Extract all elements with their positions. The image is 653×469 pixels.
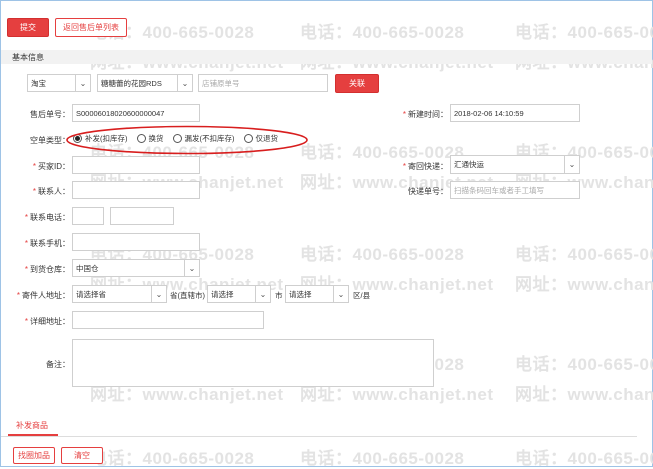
add-goods-button[interactable]: 找圈加品: [13, 447, 55, 464]
watermark-phone: 电话：400-665-0028: [515, 355, 653, 374]
original-order-placeholder: 店铺原单号: [202, 78, 240, 88]
section-title: 基本信息: [12, 53, 44, 62]
district-select[interactable]: 请选择 ⌄: [285, 285, 349, 303]
district-value: 请选择: [289, 289, 312, 299]
chevron-down-icon: ⌄: [333, 286, 348, 302]
city-value: 请选择: [211, 289, 234, 299]
watermark-phone: 电话：400-665-0028: [300, 449, 465, 468]
chevron-down-icon: ⌄: [564, 156, 579, 173]
link-button[interactable]: 关联: [335, 74, 379, 93]
return-express-label: * 寄回快递：: [402, 162, 448, 171]
detail-address-input[interactable]: [72, 311, 264, 329]
after-sale-no-field: S00006018020600000047: [72, 104, 200, 122]
platform-value: 淘宝: [31, 78, 46, 88]
chevron-down-icon: ⌄: [75, 75, 90, 91]
created-time-label: * 新建时间：: [402, 110, 448, 119]
store-select[interactable]: 糖糖蕾的花园RDS ⌄: [97, 74, 193, 92]
buyer-id-label: * 买家ID：: [32, 162, 70, 171]
chevron-down-icon: ⌄: [255, 286, 270, 302]
created-time-field: 2018-02-06 14:10:59: [450, 104, 580, 122]
submit-button[interactable]: 提交: [7, 18, 49, 37]
watermark-phone: 电话：400-665-0028: [515, 245, 653, 264]
remark-textarea[interactable]: [72, 339, 434, 387]
store-value: 糖糖蕾的花园RDS: [101, 78, 162, 88]
phone-area-input[interactable]: [72, 207, 104, 225]
section-header-basic-info: [1, 50, 652, 64]
city-select[interactable]: 请选择 ⌄: [207, 285, 271, 303]
watermark-site: 网址：www.chanjet.net: [515, 385, 653, 404]
return-express-value: 汇通快运: [454, 160, 484, 169]
sender-address-label: * 寄件人地址：: [16, 291, 70, 300]
express-no-label: 快递单号：: [408, 187, 448, 196]
created-time-value: 2018-02-06 14:10:59: [454, 108, 524, 118]
remark-label: 备注：: [46, 360, 70, 369]
province-suffix: 省(直辖市): [170, 291, 205, 300]
chevron-down-icon: ⌄: [177, 75, 192, 91]
empty-type-label: 空单类型：: [30, 136, 70, 145]
tab-reissue-goods[interactable]: 补发商品: [16, 420, 48, 431]
buyer-id-input[interactable]: [72, 156, 200, 174]
watermark-site: 网址：www.chanjet.net: [515, 275, 653, 294]
back-to-list-button[interactable]: 返回售后单列表: [55, 18, 127, 37]
watermark-phone: 电话：400-665-0028: [515, 449, 653, 468]
watermark-phone: 电话：400-665-0028: [300, 245, 465, 264]
warehouse-label: * 到货仓库：: [24, 265, 70, 274]
phone-number-input[interactable]: [110, 207, 174, 225]
warehouse-select[interactable]: 中国仓 ⌄: [72, 259, 200, 277]
contact-label: * 联系人：: [32, 187, 70, 196]
highlight-ellipse: [66, 125, 308, 155]
detail-address-label: * 详细地址：: [24, 317, 70, 326]
return-express-select[interactable]: 汇通快运 ⌄: [450, 155, 580, 174]
chevron-down-icon: ⌄: [184, 260, 199, 276]
phone-label: * 联系电话：: [24, 213, 70, 222]
watermark-phone: 电话：400-665-0028: [90, 449, 255, 468]
city-suffix: 市: [275, 291, 283, 300]
chevron-down-icon: ⌄: [151, 286, 166, 302]
watermark-phone: 电话：400-665-0028: [515, 23, 653, 42]
clear-button[interactable]: 清空: [61, 447, 103, 464]
province-select[interactable]: 请选择省 ⌄: [72, 285, 167, 303]
original-order-input[interactable]: 店铺原单号: [198, 74, 328, 92]
watermark-phone: 电话：400-665-0028: [300, 23, 465, 42]
district-suffix: 区/县: [353, 291, 371, 300]
tab-divider: [1, 436, 637, 437]
mobile-input[interactable]: [72, 233, 200, 251]
express-no-input[interactable]: 扫描条码回车或者手工填写: [450, 181, 580, 199]
watermark-phone: 电话：400-665-0028: [300, 143, 465, 162]
express-no-placeholder: 扫描条码回车或者手工填写: [454, 185, 544, 195]
after-sale-no-label: 售后单号：: [30, 110, 70, 119]
after-sale-no-value: S00006018020600000047: [76, 108, 165, 118]
platform-select[interactable]: 淘宝 ⌄: [27, 74, 91, 92]
contact-input[interactable]: [72, 181, 200, 199]
warehouse-value: 中国仓: [76, 263, 99, 273]
mobile-label: * 联系手机：: [24, 239, 70, 248]
province-value: 请选择省: [76, 289, 106, 299]
